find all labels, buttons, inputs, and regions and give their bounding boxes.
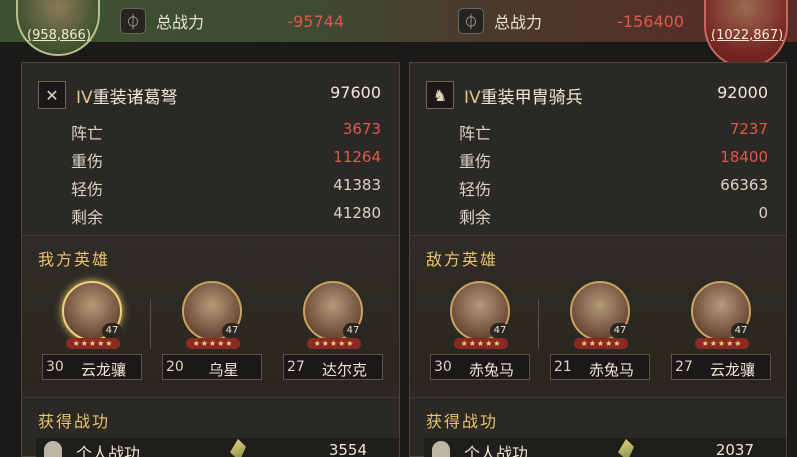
unit-name: IV重装甲胄骑兵 xyxy=(464,88,583,108)
unit-header: ✕ IV重装诸葛弩 97600 xyxy=(22,77,399,113)
unit-header: ♞ IV重装甲胄骑兵 92000 xyxy=(410,77,786,113)
merit-title: 获得战功 xyxy=(38,412,111,431)
battle-power-bar: (958,866) ⏀ 总战力 -95744 ⏀ 总战力 -156400 (10… xyxy=(0,0,797,68)
hero-card[interactable]: 47 ★★★★★ 30 赤兔马 xyxy=(430,281,530,381)
helmet-icon xyxy=(44,441,62,457)
merit-row: 个人战功 3554 xyxy=(36,438,399,457)
merit-title: 获得战功 xyxy=(426,412,499,431)
horse-icon: ♞ xyxy=(426,81,454,109)
unit-total: 92000 xyxy=(717,83,768,102)
heroes-title: 我方英雄 xyxy=(38,250,111,269)
gem-icon xyxy=(230,439,246,457)
left-power-label: 总战力 xyxy=(156,13,205,32)
stat-row: 轻伤 41383 xyxy=(71,176,381,199)
stat-row: 重伤 18400 xyxy=(459,148,768,171)
heroes-title: 敌方英雄 xyxy=(426,250,499,269)
power-icon: ⏀ xyxy=(120,8,146,34)
stat-row: 阵亡 7237 xyxy=(459,120,768,143)
enemy-panel: ♞ IV重装甲胄骑兵 92000 阵亡 7237 重伤 18400 轻伤 66363 … xyxy=(409,62,787,457)
helmet-icon xyxy=(432,441,450,457)
divider xyxy=(538,299,539,349)
hero-card[interactable]: 47 ★★★★★ 21 赤兔马 xyxy=(550,281,650,381)
stat-row: 轻伤 66363 xyxy=(459,176,768,199)
crossbow-icon: ✕ xyxy=(38,81,66,109)
hero-card[interactable]: 47 ★★★★★ 30 云龙骧 xyxy=(42,281,142,381)
unit-name: IV重装诸葛弩 xyxy=(76,88,178,108)
right-power-label: 总战力 xyxy=(494,13,543,32)
stat-row: 剩余 0 xyxy=(459,204,768,227)
merit-section: 获得战功 个人战功 3554 xyxy=(22,397,399,457)
right-power-value: -156400 xyxy=(617,11,684,31)
divider xyxy=(150,299,151,349)
left-total-power: ⏀ 总战力 -95744 xyxy=(120,6,352,36)
hero-card[interactable]: 47 ★★★★★ 20 乌星 xyxy=(162,281,262,381)
power-icon: ⏀ xyxy=(458,8,484,34)
hero-card[interactable]: 47 ★★★★★ 27 达尔克 xyxy=(283,281,383,381)
left-power-value: -95744 xyxy=(287,11,344,31)
hero-card[interactable]: 47 ★★★★★ 27 云龙骧 xyxy=(671,281,771,381)
stat-row: 阵亡 3673 xyxy=(71,120,381,143)
right-total-power: ⏀ 总战力 -156400 xyxy=(458,6,692,36)
merit-row: 个人战功 2037 xyxy=(424,438,786,457)
stat-row: 重伤 11264 xyxy=(71,148,381,171)
player-emblem-value: (958,866) xyxy=(27,28,91,43)
stat-row: 剩余 41280 xyxy=(71,204,381,227)
merit-section: 获得战功 个人战功 2037 xyxy=(410,397,786,457)
gem-icon xyxy=(618,439,634,457)
heroes-section: 我方英雄 47 ★★★★★ 30 云龙骧 47 ★★★★★ 20 乌星 47 ★★★… xyxy=(22,235,399,387)
unit-total: 97600 xyxy=(330,83,381,102)
heroes-section: 敌方英雄 47 ★★★★★ 30 赤兔马 47 ★★★★★ 21 赤兔马 47 ★★… xyxy=(410,235,786,387)
player-panel: ✕ IV重装诸葛弩 97600 阵亡 3673 重伤 11264 轻伤 41383 剩… xyxy=(21,62,400,457)
enemy-emblem-value: (1022,867) xyxy=(711,28,784,43)
